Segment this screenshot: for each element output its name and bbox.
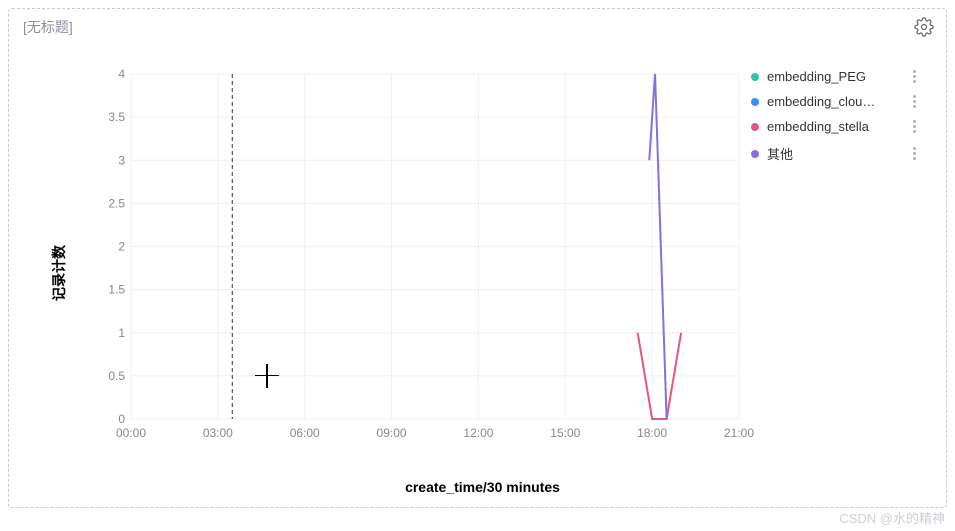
legend-label: 其他	[767, 144, 793, 163]
panel-title: [无标题]	[23, 17, 73, 37]
legend-item[interactable]: embedding_clou…	[751, 94, 916, 109]
legend-item[interactable]: embedding_stella	[751, 119, 916, 134]
svg-text:09:00: 09:00	[377, 426, 407, 440]
svg-text:12:00: 12:00	[463, 426, 493, 440]
legend: embedding_PEG embedding_clou… embedding_…	[751, 69, 916, 173]
svg-text:21:00: 21:00	[724, 426, 754, 440]
svg-text:2: 2	[118, 240, 125, 254]
svg-text:1: 1	[118, 326, 125, 340]
svg-text:06:00: 06:00	[290, 426, 320, 440]
svg-text:00:00: 00:00	[116, 426, 146, 440]
svg-text:2.5: 2.5	[108, 196, 125, 210]
svg-text:0: 0	[118, 412, 125, 426]
watermark: CSDN @水的精神	[839, 508, 945, 527]
legend-dot-icon	[751, 73, 759, 81]
svg-text:3.5: 3.5	[108, 110, 125, 124]
svg-text:1.5: 1.5	[108, 283, 125, 297]
legend-label: embedding_clou…	[767, 94, 875, 109]
kebab-icon[interactable]	[913, 147, 916, 160]
legend-item[interactable]: 其他	[751, 144, 916, 163]
svg-text:3: 3	[118, 153, 125, 167]
legend-dot-icon	[751, 150, 759, 158]
legend-label: embedding_PEG	[767, 69, 866, 84]
chart-area: 记录计数 create_time/30 minutes 0 0.5 1 1.5 2 2.5…	[29, 49, 936, 497]
legend-dot-icon	[751, 98, 759, 106]
gear-icon[interactable]	[914, 17, 934, 37]
svg-text:15:00: 15:00	[550, 426, 580, 440]
ylabel: 记录计数	[49, 245, 69, 301]
kebab-icon[interactable]	[913, 120, 916, 133]
chart-panel: [无标题] 记录计数 create_time/30 minutes 0 0.5 1 1…	[8, 8, 947, 508]
xlabel: create_time/30 minutes	[405, 479, 560, 495]
svg-text:18:00: 18:00	[637, 426, 667, 440]
plot[interactable]: 0 0.5 1 1.5 2 2.5 3 3.5 4 00:00 03:00 06:00 09:00 12…	[109, 69, 749, 449]
svg-text:0.5: 0.5	[108, 369, 125, 383]
legend-item[interactable]: embedding_PEG	[751, 69, 916, 84]
kebab-icon[interactable]	[913, 95, 916, 108]
legend-dot-icon	[751, 123, 759, 131]
svg-text:4: 4	[118, 67, 125, 81]
kebab-icon[interactable]	[913, 70, 916, 83]
legend-label: embedding_stella	[767, 119, 869, 134]
svg-text:03:00: 03:00	[203, 426, 233, 440]
